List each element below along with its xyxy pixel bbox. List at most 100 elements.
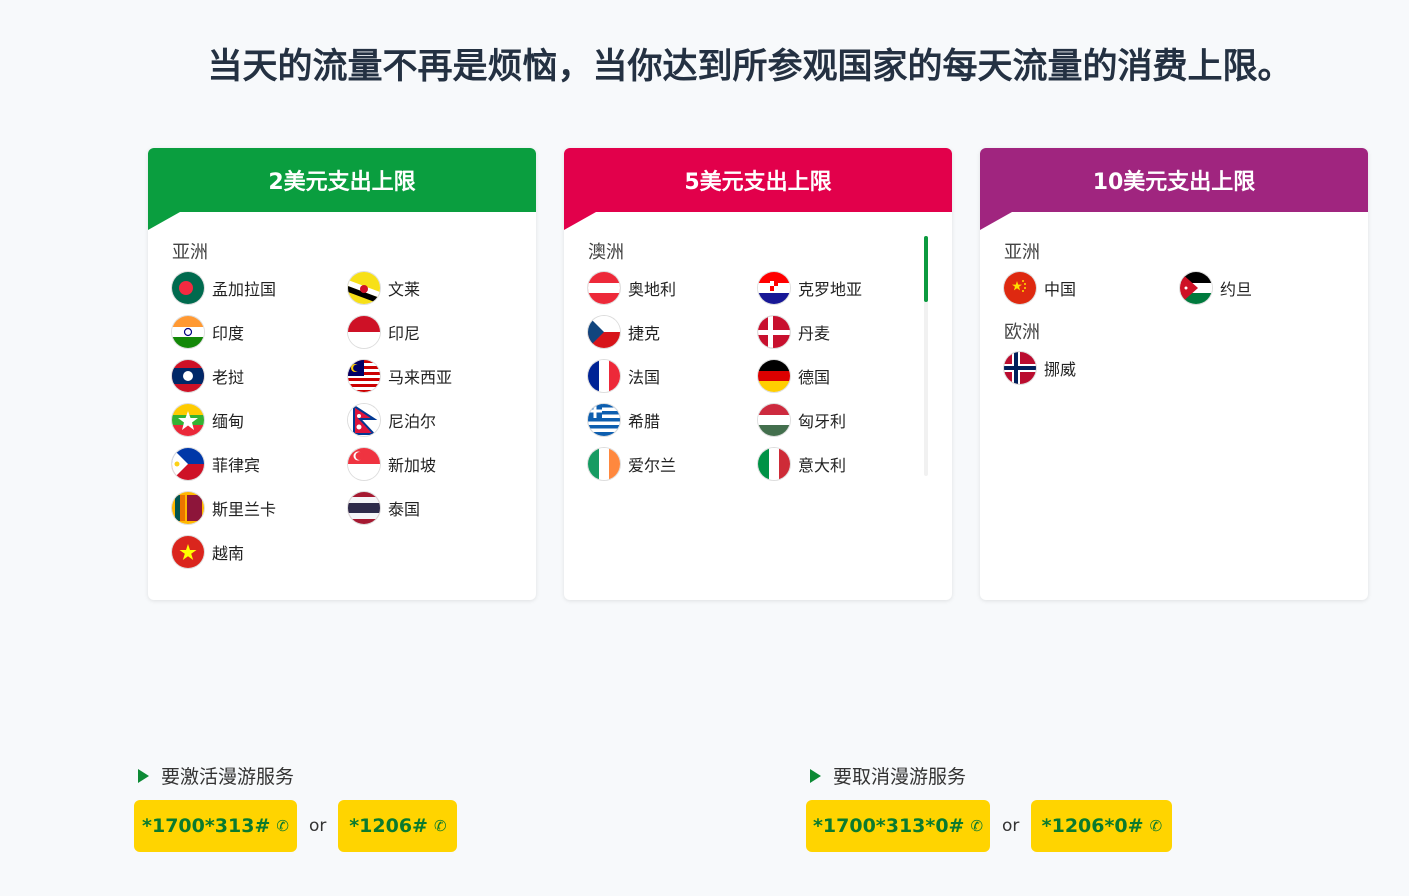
country-name: 中国 <box>1044 280 1077 299</box>
ireland-flag-icon <box>588 448 620 480</box>
italy-flag-icon <box>758 448 790 480</box>
country-china: 中国 <box>1004 272 1180 304</box>
region-label-asia: 亚洲 <box>172 242 208 263</box>
jordan-flag-icon <box>1180 272 1212 304</box>
card-title: 10美元支出上限 <box>1092 170 1256 195</box>
cap-card-5usd: 5美元支出上限 澳洲 奥地利 克罗地亚 捷克 丹麦 法国 德国 希腊 匈牙利 爱… <box>564 148 952 600</box>
country-indonesia: 印尼 <box>348 316 524 348</box>
laos-flag-icon <box>172 360 204 392</box>
activate-label-row: 要激活漫游服务 <box>138 762 294 789</box>
region-label-europe: 欧洲 <box>1004 322 1040 343</box>
country-hungary: 匈牙利 <box>758 404 928 436</box>
denmark-flag-icon <box>758 316 790 348</box>
country-malaysia: 马来西亚 <box>348 360 524 392</box>
country-name: 希腊 <box>628 412 661 431</box>
cap-card-10usd: 10美元支出上限 亚洲 中国 约旦 欧洲 挪威 <box>980 148 1368 600</box>
card-body[interactable]: 澳洲 奥地利 克罗地亚 捷克 丹麦 法国 德国 希腊 匈牙利 爱尔兰 意大利 <box>588 238 922 580</box>
country-name: 越南 <box>212 544 245 563</box>
country-name: 缅甸 <box>212 412 245 431</box>
country-name: 爱尔兰 <box>628 456 677 475</box>
code-text: *1700*313# <box>142 815 271 837</box>
country-ireland: 爱尔兰 <box>588 448 758 480</box>
header-notch <box>148 212 180 230</box>
card-header: 2美元支出上限 <box>148 148 536 212</box>
triangle-right-icon <box>810 768 821 783</box>
country-name: 丹麦 <box>798 324 831 343</box>
deactivate-code-button-2[interactable]: *1206*0# ✆ <box>1031 800 1173 852</box>
malaysia-flag-icon <box>348 360 380 392</box>
thailand-flag-icon <box>348 492 380 524</box>
country-norway: 挪威 <box>1004 352 1180 384</box>
country-bangladesh: 孟加拉国 <box>172 272 348 304</box>
country-name: 奥地利 <box>628 280 677 299</box>
country-austria: 奥地利 <box>588 272 758 304</box>
croatia-flag-icon <box>758 272 790 304</box>
phone-icon: ✆ <box>433 817 447 835</box>
phone-icon: ✆ <box>1149 817 1163 835</box>
or-separator: or <box>309 816 327 836</box>
activate-label: 要激活漫游服务 <box>161 766 295 788</box>
phone-icon: ✆ <box>970 817 984 835</box>
deactivate-label-row: 要取消漫游服务 <box>810 762 966 789</box>
country-name: 捷克 <box>628 324 661 343</box>
code-text: *1700*313*0# <box>812 815 965 837</box>
cap-card-2usd: 2美元支出上限 亚洲 孟加拉国 文莱 印度 印尼 老挝 马来西亚 缅甸 尼泊尔 … <box>148 148 536 600</box>
country-name: 匈牙利 <box>798 412 847 431</box>
triangle-right-icon <box>138 768 149 783</box>
card-header: 10美元支出上限 <box>980 148 1368 212</box>
country-singapore: 新加坡 <box>348 448 524 480</box>
country-nepal: 尼泊尔 <box>348 404 524 436</box>
country-thailand: 泰国 <box>348 492 524 524</box>
singapore-flag-icon <box>348 448 380 480</box>
or-separator: or <box>1002 816 1020 836</box>
page-headline: 当天的流量不再是烦恼，当你达到所参观国家的每天流量的消费上限。 <box>207 47 1293 87</box>
code-text: *1206# <box>349 815 428 837</box>
country-name: 挪威 <box>1044 360 1077 379</box>
india-flag-icon <box>172 316 204 348</box>
region-label-europe: 澳洲 <box>588 242 624 263</box>
country-grid: 挪威 <box>1004 352 1354 384</box>
country-grid: 奥地利 克罗地亚 捷克 丹麦 法国 德国 希腊 匈牙利 爱尔兰 意大利 <box>588 272 922 480</box>
country-name: 泰国 <box>388 500 421 519</box>
card-header: 5美元支出上限 <box>564 148 952 212</box>
country-sri-lanka: 斯里兰卡 <box>172 492 348 524</box>
philippines-flag-icon <box>172 448 204 480</box>
country-myanmar: 缅甸 <box>172 404 348 436</box>
country-grid: 中国 约旦 <box>1004 272 1354 304</box>
country-name: 意大利 <box>798 456 847 475</box>
country-name: 斯里兰卡 <box>212 500 277 519</box>
activate-code-button-2[interactable]: *1206# ✆ <box>338 800 458 852</box>
scrollbar[interactable] <box>924 236 928 476</box>
country-croatia: 克罗地亚 <box>758 272 928 304</box>
czech-flag-icon <box>588 316 620 348</box>
deactivate-code-button-1[interactable]: *1700*313*0# ✆ <box>806 800 990 852</box>
card-title: 2美元支出上限 <box>268 170 416 195</box>
france-flag-icon <box>588 360 620 392</box>
germany-flag-icon <box>758 360 790 392</box>
card-body: 亚洲 孟加拉国 文莱 印度 印尼 老挝 马来西亚 缅甸 尼泊尔 菲律宾 新加坡 … <box>172 238 522 580</box>
country-name: 印度 <box>212 324 245 343</box>
austria-flag-icon <box>588 272 620 304</box>
country-france: 法国 <box>588 360 758 392</box>
deactivate-label: 要取消漫游服务 <box>833 766 967 788</box>
country-india: 印度 <box>172 316 348 348</box>
bangladesh-flag-icon <box>172 272 204 304</box>
country-name: 尼泊尔 <box>388 412 437 431</box>
scrollbar-thumb[interactable] <box>924 236 928 302</box>
activate-code-button-1[interactable]: *1700*313# ✆ <box>134 800 297 852</box>
card-title: 5美元支出上限 <box>684 170 832 195</box>
code-text: *1206*0# <box>1041 815 1144 837</box>
country-name: 印尼 <box>388 324 421 343</box>
country-name: 孟加拉国 <box>212 280 277 299</box>
card-body: 亚洲 中国 约旦 欧洲 挪威 <box>1004 238 1354 580</box>
country-name: 菲律宾 <box>212 456 261 475</box>
header-notch <box>564 212 596 230</box>
hungary-flag-icon <box>758 404 790 436</box>
greece-flag-icon <box>588 404 620 436</box>
region-label-asia: 亚洲 <box>1004 242 1040 263</box>
country-name: 文莱 <box>388 280 421 299</box>
country-name: 马来西亚 <box>388 368 453 387</box>
deactivate-codes: *1700*313*0# ✆ or *1206*0# ✆ <box>806 800 1173 852</box>
country-name: 老挝 <box>212 368 245 387</box>
country-grid: 孟加拉国 文莱 印度 印尼 老挝 马来西亚 缅甸 尼泊尔 菲律宾 新加坡 斯里兰… <box>172 272 522 568</box>
